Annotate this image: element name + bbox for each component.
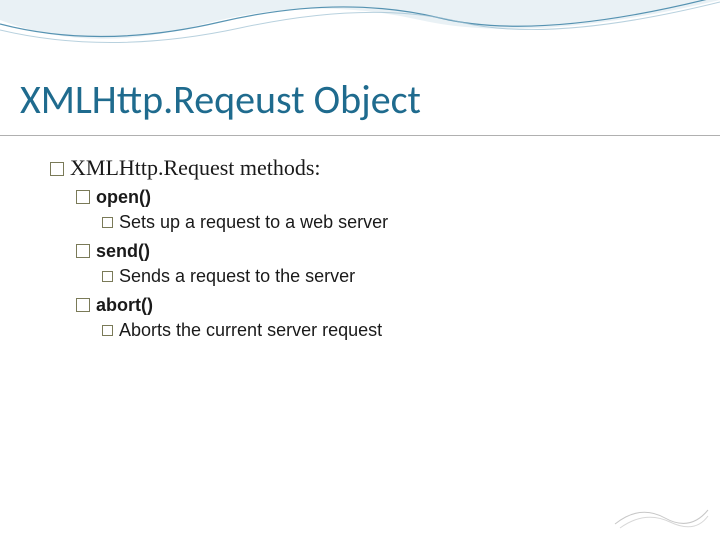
method-name-text: abort() — [96, 295, 153, 315]
method-desc-text: Sets up a request to a web server — [119, 212, 388, 232]
method-name: abort() — [76, 295, 670, 316]
footer-swirl-decoration — [610, 504, 710, 532]
slide-title: XMLHttp.Reqeust Object — [20, 75, 421, 124]
method-desc-text: Sends a request to the server — [119, 266, 355, 286]
square-bullet-icon — [50, 162, 64, 176]
intro-text: XMLHttp.Request methods: — [70, 155, 321, 180]
method-name-text: send() — [96, 241, 150, 261]
header-wave-decoration — [0, 0, 720, 60]
method-desc: Aborts the current server request — [102, 320, 670, 341]
method-name: send() — [76, 241, 670, 262]
method-desc: Sends a request to the server — [102, 266, 670, 287]
square-bullet-icon — [102, 217, 113, 228]
intro-line: XMLHttp.Request methods: — [50, 155, 670, 181]
method-name: open() — [76, 187, 670, 208]
square-bullet-icon — [102, 325, 113, 336]
square-bullet-icon — [76, 298, 90, 312]
method-name-text: open() — [96, 187, 151, 207]
square-bullet-icon — [102, 271, 113, 282]
square-bullet-icon — [76, 244, 90, 258]
title-underline — [0, 135, 720, 136]
method-desc-text: Aborts the current server request — [119, 320, 382, 340]
slide-body: XMLHttp.Request methods: open() Sets up … — [50, 155, 670, 349]
square-bullet-icon — [76, 190, 90, 204]
method-desc: Sets up a request to a web server — [102, 212, 670, 233]
